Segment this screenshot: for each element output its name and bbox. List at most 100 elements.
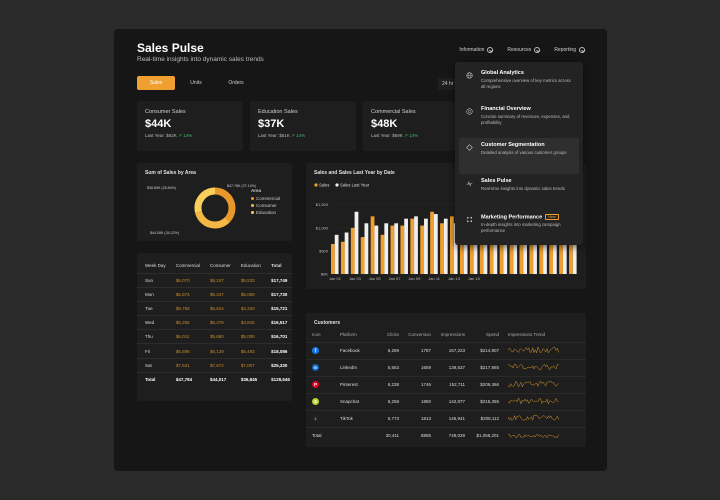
bar-sales-last-year[interactable] — [344, 232, 349, 275]
table-row: f Facebook 6,269 1787 167,223 $214,807 — [306, 341, 586, 359]
value-cell: $6,247 — [202, 272, 233, 288]
bar-sales-last-year[interactable] — [394, 223, 399, 274]
bar-sales[interactable] — [420, 225, 425, 274]
value-cell: $5,493 — [232, 343, 264, 359]
trend-cell — [502, 426, 586, 444]
bar-sales[interactable] — [380, 234, 385, 274]
tab-orders[interactable]: Orders — [217, 76, 255, 90]
bar-sales[interactable] — [450, 216, 454, 274]
menu-item-title: Global Analytics — [481, 70, 524, 76]
bar-sales-last-year[interactable] — [433, 214, 438, 274]
menu-item-desc: Detailed analysis of various customer gr… — [481, 150, 567, 155]
weekday-cell: Tue — [137, 300, 168, 316]
menu-item-title-text: Marketing Performance — [481, 214, 543, 221]
col-header: Conversion — [408, 331, 431, 337]
tab-sales[interactable]: Sales — [137, 76, 175, 90]
bar-sales-last-year[interactable] — [443, 218, 448, 274]
kpi-last-year: Last Year: $62K — [145, 133, 177, 138]
spend-cell: $1,058,201 — [468, 426, 502, 444]
col-header: Clicks — [387, 331, 399, 337]
clicks-cell: 30,411 — [376, 426, 402, 444]
spend-cell: $215,355 — [468, 392, 502, 410]
bar-sales[interactable] — [410, 218, 415, 274]
value-cell: $7,672 — [202, 357, 233, 373]
table-row: S Snapchat 6,258 1850 142,877 $215,355 — [306, 392, 586, 410]
value-cell: $6,574 — [167, 286, 202, 302]
weekday-table: Week Day Commercial Consumer Education T… — [137, 259, 292, 387]
y-tick-label: $1,000 — [316, 225, 329, 230]
legend-label-last-year: Sales Last Year — [340, 183, 370, 188]
kpi-commercial-sales: Commercial Sales $48K Last Year: $69K ↗ … — [363, 101, 469, 151]
nav-label: Resources — [507, 47, 532, 53]
icon-cell: S — [306, 392, 334, 410]
table-row: P Pinterest 6,238 1746 152,711 $209,366 — [306, 375, 586, 393]
menu-item-customer-segmentation[interactable]: Customer Segmentation Detailed analysis … — [459, 138, 579, 174]
col-header: Week Day — [145, 263, 166, 269]
bar-sales[interactable] — [440, 223, 444, 274]
legend-label: Education — [256, 210, 277, 215]
linkedin-icon: in — [312, 364, 319, 371]
bar-sales-last-year[interactable] — [364, 223, 369, 274]
legend-label: Commercial — [256, 196, 281, 201]
sparkline — [507, 345, 559, 354]
bar-sales-last-year[interactable] — [354, 211, 359, 274]
donut-slice-education[interactable] — [194, 187, 216, 213]
impressions-cell: 167,223 — [434, 341, 468, 359]
bar-sales-last-year[interactable] — [414, 216, 418, 274]
kpi-value: $48K — [371, 118, 398, 130]
nav-information[interactable]: Information — [459, 47, 494, 53]
donut-slice-consumer[interactable] — [195, 210, 230, 229]
trend-cell — [502, 375, 586, 393]
platform-cell: TikTok — [334, 409, 376, 427]
value-cell: $4,340 — [232, 300, 264, 316]
col-header: Education — [240, 263, 261, 269]
donut-label-consumer: $44.08K (34.22%) — [150, 231, 179, 235]
trend-cell — [502, 409, 586, 427]
legend-swatch — [251, 211, 254, 214]
donut-slice-commercial[interactable] — [214, 187, 236, 223]
bar-sales[interactable] — [340, 241, 345, 274]
dashboard-window: Sales Pulse Real-time insights into dyna… — [114, 29, 607, 471]
bar-sales-last-year[interactable] — [424, 218, 428, 274]
bar-sales-last-year[interactable] — [334, 234, 339, 274]
tab-units[interactable]: Units — [177, 76, 215, 90]
legend-label: Consumer — [256, 203, 277, 208]
menu-item-financial-overview[interactable]: Financial Overview Concise summary of re… — [459, 102, 579, 138]
card-title: Customers — [314, 320, 341, 326]
bar-sales[interactable] — [350, 227, 355, 274]
impressions-cell: 152,711 — [434, 375, 468, 393]
icon-cell: ♪ — [306, 409, 334, 427]
impressions-cell: 749,029 — [434, 426, 468, 444]
table-total-row: Total 30,411 8855 749,029 $1,058,201 — [306, 426, 586, 444]
bar-sales[interactable] — [370, 216, 375, 274]
nav-reporting[interactable]: Reporting — [554, 47, 585, 53]
menu-item-marketing-performance[interactable]: Marketing Performance New In-depth insigh… — [459, 210, 579, 246]
impressions-cell: 139,537 — [434, 358, 468, 376]
bar-sales[interactable] — [360, 237, 365, 274]
bar-sales[interactable] — [400, 225, 405, 274]
bar-sales[interactable] — [390, 225, 395, 274]
bar-sales[interactable] — [330, 244, 335, 274]
conversion-cell: 1813 — [402, 409, 434, 427]
value-cell: $5,533 — [232, 272, 264, 288]
bar-sales-last-year[interactable] — [384, 223, 389, 274]
value-cell: $5,000 — [232, 329, 264, 344]
value-cell: $6,347 — [202, 286, 233, 302]
conversion-cell: 8855 — [402, 426, 434, 444]
value-cell: $6,011 — [167, 329, 202, 344]
new-badge: New — [545, 214, 559, 220]
sparkline-line — [507, 414, 559, 421]
total-label-cell: Total — [306, 426, 334, 444]
sparkline — [507, 414, 559, 421]
bar-sales-last-year[interactable] — [374, 225, 379, 274]
x-tick-label: Jan 15 — [468, 276, 481, 281]
bar-sales[interactable] — [430, 211, 434, 274]
nav-resources[interactable]: Resources — [507, 47, 541, 53]
globe-icon — [466, 72, 473, 79]
weekday-table-card: Week Day Commercial Consumer Education T… — [137, 253, 292, 401]
menu-item-global-analytics[interactable]: Global Analytics Comprehensive overview … — [459, 66, 579, 102]
kpi-label: Education Sales — [258, 109, 298, 115]
sparkline — [507, 433, 559, 439]
menu-item-sales-pulse[interactable]: Sales Pulse Real-time insights into dyna… — [459, 174, 579, 210]
bar-sales-last-year[interactable] — [404, 218, 408, 274]
